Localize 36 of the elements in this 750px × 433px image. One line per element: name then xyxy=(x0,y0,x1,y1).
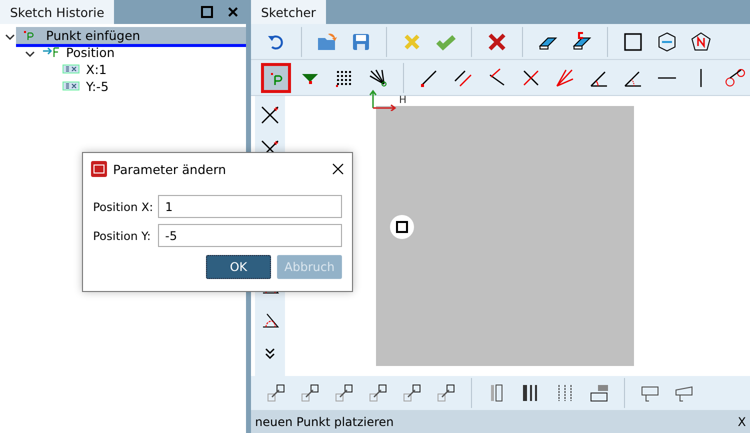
tree-item[interactable]: Position xyxy=(36,44,246,64)
point-tool-icon xyxy=(271,72,282,86)
input-field[interactable]: -5 xyxy=(158,224,342,247)
line-icon xyxy=(421,70,436,86)
tree-item[interactable]: Punkt einfügen xyxy=(16,26,246,46)
angle-icon xyxy=(590,71,607,86)
horizontal-line-icon xyxy=(658,76,676,78)
status-coordinate: X xyxy=(738,414,746,428)
field-label: Position X: xyxy=(93,200,154,214)
vertical-line-icon xyxy=(700,68,702,86)
perpendicular-icon xyxy=(490,68,504,86)
panel-tab[interactable]: Sketcher xyxy=(251,0,326,24)
app-icon xyxy=(91,161,107,177)
tangent-circles-icon xyxy=(726,68,745,86)
dialog-title: Parameter ändern xyxy=(113,162,226,176)
triangle-icon xyxy=(302,74,318,84)
point-icon xyxy=(24,31,34,40)
input-field[interactable]: 1 xyxy=(158,195,342,218)
status-message: neuen Punkt platzieren xyxy=(255,414,394,428)
field-label: Position Y: xyxy=(93,228,152,242)
angle-dotted-icon xyxy=(624,71,641,86)
position-icon xyxy=(42,47,60,58)
crossing-lines-icon xyxy=(524,70,538,85)
point-tool-button[interactable] xyxy=(261,62,291,92)
panel-title: Sketch Historie xyxy=(0,0,114,24)
fan-icon xyxy=(370,69,386,86)
dialog-button[interactable]: OK xyxy=(206,255,271,279)
grid-icon xyxy=(336,70,351,86)
angle-lines-icon xyxy=(556,69,574,86)
parallel-lines-icon xyxy=(454,70,472,86)
close-icon[interactable] xyxy=(332,163,344,175)
value-icon xyxy=(62,82,80,90)
axis-label: H xyxy=(399,95,407,106)
tree-item[interactable]: Y:-5 xyxy=(56,78,246,98)
value-icon xyxy=(62,64,80,74)
tree-item[interactable]: X:1 xyxy=(56,60,246,80)
